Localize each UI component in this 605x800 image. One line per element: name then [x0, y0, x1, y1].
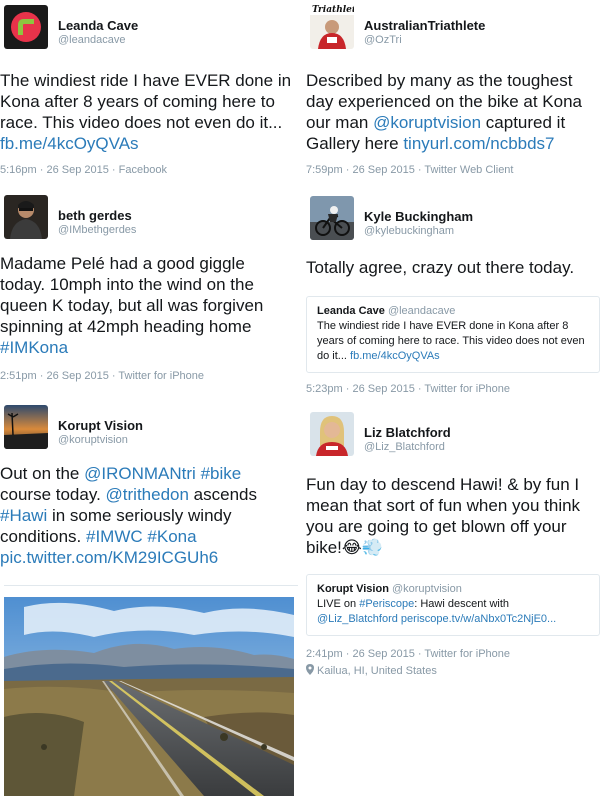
author-handle[interactable]: @Liz_Blatchford: [364, 441, 445, 453]
author-name[interactable]: Leanda Cave: [58, 18, 138, 33]
quoted-author-handle[interactable]: @koruptvision: [392, 583, 462, 595]
tweet-liz-blatchford[interactable]: Liz Blatchford @Liz_Blatchford Fun day t…: [306, 412, 600, 677]
author-name[interactable]: Liz Blatchford: [364, 425, 451, 440]
tweet-header: Liz Blatchford @Liz_Blatchford: [306, 412, 600, 458]
tweet-link[interactable]: #bike: [201, 464, 242, 483]
hashtag-link[interactable]: #IMKona: [0, 338, 68, 357]
athlete-portrait-icon: [310, 412, 354, 456]
avatar[interactable]: [310, 412, 354, 456]
athlete-photo-icon: [4, 195, 48, 239]
quoted-tweet-link[interactable]: fb.me/4kcOyQVAs: [350, 350, 440, 362]
tweet-meta[interactable]: 5:23pm · 26 Sep 2015 · Twitter for iPhon…: [306, 383, 600, 395]
mention-link[interactable]: @koruptvision: [373, 113, 481, 132]
tweet-header: beth gerdes @IMbethgerdes: [0, 195, 298, 241]
author-handle[interactable]: @IMbethgerdes: [58, 224, 136, 236]
tweet-link[interactable]: #Hawi: [0, 506, 47, 525]
tweet-link[interactable]: @IRONMANtri: [84, 464, 196, 483]
tweet-meta[interactable]: 5:16pm · 26 Sep 2015 · Facebook: [0, 164, 298, 176]
tweet-meta[interactable]: 2:51pm · 26 Sep 2015 · Twitter for iPhon…: [0, 370, 298, 382]
tweet-link[interactable]: pic.twitter.com/KM29ICGUh6: [0, 548, 218, 567]
author-name[interactable]: beth gerdes: [58, 208, 132, 223]
tweet-link[interactable]: #Kona: [147, 527, 196, 546]
avatar[interactable]: [4, 195, 48, 239]
tweet-text-content: Out on the: [0, 464, 85, 483]
hashtag-link[interactable]: #Periscope: [359, 598, 414, 610]
tweet-meta[interactable]: 2:41pm · 26 Sep 2015 · Twitter for iPhon…: [306, 648, 600, 660]
tweet-kyle-buckingham[interactable]: Kyle Buckingham @kylebuckingham Totally …: [306, 196, 600, 395]
tweet-link[interactable]: @trithedon: [106, 485, 189, 504]
author-handle[interactable]: @OzTri: [364, 34, 402, 46]
tweet-text: Described by many as the toughest day ex…: [306, 70, 594, 154]
quoted-tweet-text: The windiest ride I have EVER done in Ko…: [317, 319, 589, 364]
tweet-leanda-cave[interactable]: Leanda Cave @leandacave The windiest rid…: [0, 5, 298, 176]
author-name[interactable]: AustralianTriathlete: [364, 18, 485, 33]
quoted-tweet-link[interactable]: @Liz_Blatchford periscope.tv/w/aNbx0Tc2N…: [317, 613, 556, 625]
tweet-beth-gerdes[interactable]: beth gerdes @IMbethgerdes Madame Pelé ha…: [0, 195, 298, 382]
author-name[interactable]: Korupt Vision: [58, 418, 143, 433]
tweet-text-content: course today.: [0, 485, 106, 504]
avatar[interactable]: [310, 196, 354, 240]
sunset-photo-icon: [4, 405, 48, 449]
avatar[interactable]: [4, 405, 48, 449]
tweet-text-content: Madame Pelé had a good giggle today. 10m…: [0, 254, 264, 336]
tweet-text-content: ascends: [188, 485, 257, 504]
tweet-location[interactable]: Kailua, HI, United States: [306, 664, 600, 677]
tweet-text-content: The windiest ride I have EVER done in Ko…: [0, 71, 292, 132]
tweet-text: Fun day to descend Hawi! & by fun I mean…: [306, 475, 581, 557]
leanda-logo-icon: [4, 5, 48, 49]
location-text: Kailua, HI, United States: [317, 665, 437, 677]
tweet-link[interactable]: #IMWC: [86, 527, 143, 546]
quoted-author-name[interactable]: Korupt Vision: [317, 583, 389, 595]
tweet-link[interactable]: tinyurl.com/ncbbds7: [403, 134, 554, 153]
quoted-author-handle[interactable]: @leandacave: [388, 305, 455, 317]
quoted-tweet[interactable]: Leanda Cave @leandacave The windiest rid…: [306, 296, 600, 373]
quoted-text-content: : Hawi descent with: [414, 598, 510, 610]
quoted-author-name[interactable]: Leanda Cave: [317, 305, 385, 317]
quoted-tweet-header: Leanda Cave @leandacave: [317, 304, 589, 319]
tweet-photo[interactable]: [4, 597, 294, 796]
tweet-text: Madame Pelé had a good giggle today. 10m…: [0, 253, 280, 358]
tweet-korupt-vision[interactable]: Korupt Vision @koruptvision Out on the @…: [0, 405, 298, 568]
author-name[interactable]: Kyle Buckingham: [364, 209, 473, 224]
road-photo-image: [4, 597, 294, 796]
divider: [4, 585, 298, 586]
avatar[interactable]: [4, 5, 48, 49]
tweet-header: Kyle Buckingham @kylebuckingham: [306, 196, 600, 242]
tweet-meta[interactable]: 7:59pm · 26 Sep 2015 · Twitter Web Clien…: [306, 164, 600, 176]
author-handle[interactable]: @leandacave: [58, 34, 125, 46]
quoted-tweet-text: LIVE on #Periscope: Hawi descent with @L…: [317, 597, 589, 627]
cyclist-photo-icon: [310, 196, 354, 240]
tweet-link[interactable]: fb.me/4kcOyQVAs: [0, 134, 139, 153]
quoted-text-content: LIVE on: [317, 598, 360, 610]
tweet-australian-triathlete[interactable]: Triathlete AustralianTriathlete @OzTri D…: [306, 5, 600, 176]
author-handle[interactable]: @koruptvision: [58, 434, 128, 446]
location-pin-icon: [306, 664, 314, 675]
tweet-text: Out on the @IRONMANtri #bike course toda…: [0, 463, 280, 568]
author-handle[interactable]: @kylebuckingham: [364, 225, 454, 237]
tweet-text: Totally agree, crazy out there today.: [306, 258, 575, 277]
tweet-text: The windiest ride I have EVER done in Ko…: [0, 70, 296, 154]
avatar[interactable]: Triathlete: [310, 5, 354, 49]
quoted-tweet[interactable]: Korupt Vision @koruptvision LIVE on #Per…: [306, 574, 600, 636]
tweet-header: Korupt Vision @koruptvision: [0, 405, 298, 451]
quoted-tweet-header: Korupt Vision @koruptvision: [317, 582, 589, 597]
avatar-logo-text: Triathlete: [312, 5, 354, 15]
tweet-header: Triathlete AustralianTriathlete @OzTri: [306, 5, 600, 51]
tweet-header: Leanda Cave @leandacave: [0, 5, 298, 51]
